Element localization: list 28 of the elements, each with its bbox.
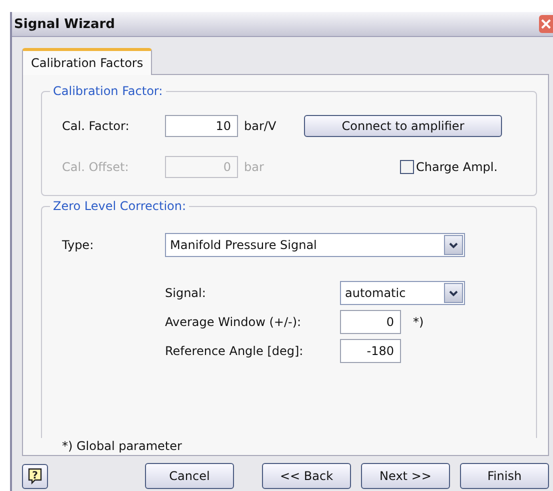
- back-button[interactable]: << Back: [262, 463, 351, 489]
- group-title: Calibration Factor:: [50, 84, 166, 98]
- input-field[interactable]: 0: [340, 310, 401, 334]
- signal-dropdown[interactable]: automatic: [340, 281, 465, 305]
- field-label: Cal. Factor:: [62, 119, 130, 133]
- window-title: Signal Wizard: [13, 16, 115, 32]
- field-label: Cal. Offset:: [62, 160, 130, 174]
- finish-button[interactable]: Finish: [460, 463, 549, 489]
- checkbox[interactable]: [400, 160, 414, 174]
- field-label: Type:: [62, 238, 95, 252]
- field-label: Reference Angle [deg]:: [165, 344, 304, 358]
- footnote-mark: *): [412, 315, 424, 329]
- next-button[interactable]: Next >>: [361, 463, 450, 489]
- help-icon[interactable]: ?: [22, 464, 48, 488]
- connect-button[interactable]: Connect to amplifier: [304, 115, 502, 137]
- input-field[interactable]: 10: [165, 115, 238, 137]
- close-icon[interactable]: [539, 15, 553, 33]
- unit-label: bar/V: [243, 119, 278, 133]
- checkbox-label: Charge Ampl.: [416, 160, 498, 174]
- input-field[interactable]: -180: [340, 339, 401, 363]
- footnote-text: *) Global parameter: [62, 439, 183, 453]
- field-label: Average Window (+/-):: [165, 315, 302, 329]
- field-label: Signal:: [165, 286, 207, 300]
- unit-label: bar: [243, 160, 265, 174]
- cancel-button[interactable]: Cancel: [145, 463, 234, 489]
- type-dropdown[interactable]: Manifold Pressure Signal: [165, 233, 465, 257]
- tab[interactable]: Calibration Factors: [22, 48, 152, 75]
- group-title: Zero Level Correction:: [50, 199, 190, 213]
